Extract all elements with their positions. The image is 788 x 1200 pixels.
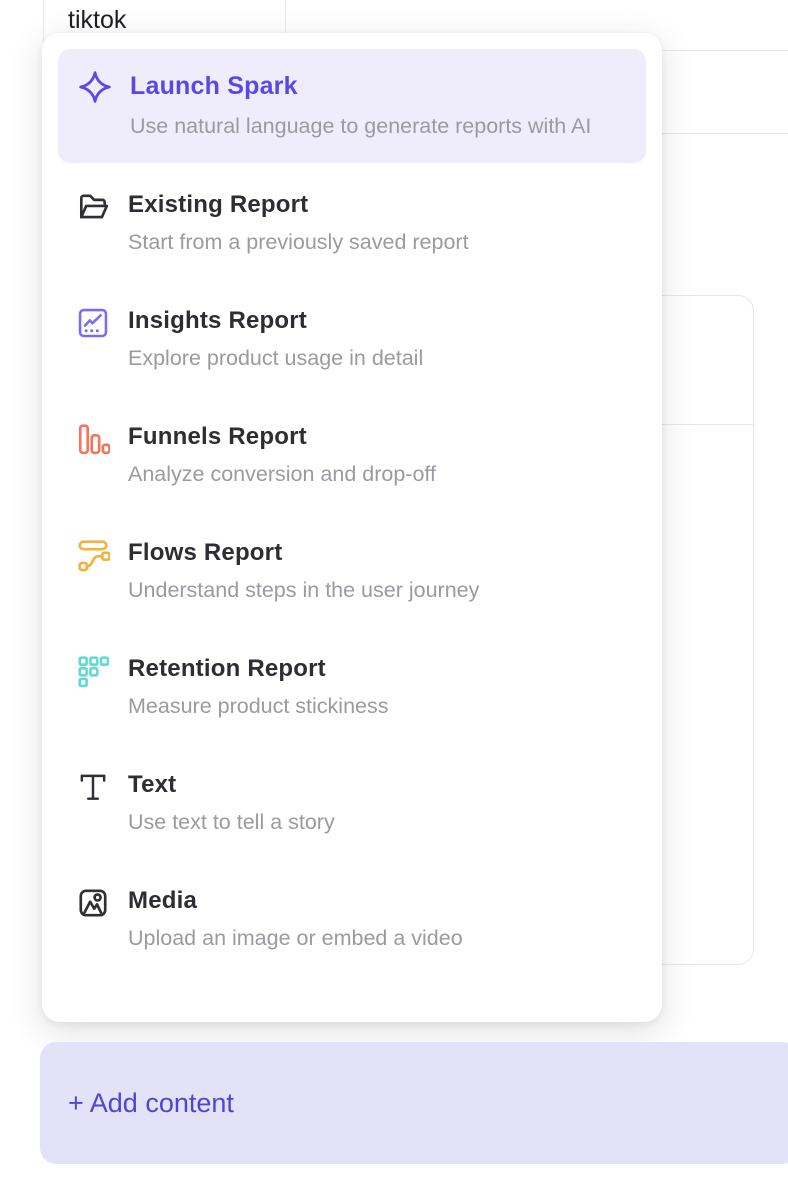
menu-item-existing-report[interactable]: Existing Report Start from a previously … bbox=[58, 163, 646, 279]
background-divider bbox=[662, 133, 788, 134]
menu-item-description: Explore product usage in detail bbox=[128, 344, 423, 373]
menu-item-title: Flows Report bbox=[128, 538, 479, 567]
spark-icon bbox=[78, 70, 112, 104]
menu-item-description: Understand steps in the user journey bbox=[128, 576, 479, 605]
background-grid-line bbox=[43, 0, 44, 42]
folder-icon bbox=[76, 190, 110, 224]
menu-item-retention-report[interactable]: Retention Report Measure product stickin… bbox=[58, 627, 646, 743]
retention-grid-icon bbox=[76, 654, 110, 688]
text-icon bbox=[76, 770, 110, 804]
background-divider bbox=[662, 50, 788, 51]
funnels-bars-icon bbox=[76, 422, 110, 456]
media-image-icon bbox=[76, 886, 110, 920]
menu-item-title: Text bbox=[128, 770, 335, 799]
menu-item-description: Upload an image or embed a video bbox=[128, 924, 463, 953]
menu-item-flows-report[interactable]: Flows Report Understand steps in the use… bbox=[58, 511, 646, 627]
menu-item-funnels-report[interactable]: Funnels Report Analyze conversion and dr… bbox=[58, 395, 646, 511]
background-card-divider bbox=[649, 424, 753, 425]
menu-item-title: Funnels Report bbox=[128, 422, 436, 451]
add-content-button[interactable]: + Add content bbox=[40, 1042, 788, 1164]
menu-item-description: Start from a previously saved report bbox=[128, 228, 469, 257]
menu-item-description: Use text to tell a story bbox=[128, 808, 335, 837]
add-content-label: + Add content bbox=[68, 1088, 234, 1119]
background-report-card bbox=[648, 295, 754, 965]
menu-item-media[interactable]: Media Upload an image or embed a video bbox=[58, 859, 646, 953]
menu-item-title: Retention Report bbox=[128, 654, 389, 683]
menu-item-text[interactable]: Text Use text to tell a story bbox=[58, 743, 646, 859]
menu-item-description: Analyze conversion and drop-off bbox=[128, 460, 436, 489]
menu-item-launch-spark[interactable]: Launch Spark Use natural language to gen… bbox=[58, 49, 646, 163]
menu-item-title: Launch Spark bbox=[130, 71, 622, 101]
menu-item-description: Use natural language to generate reports… bbox=[130, 109, 622, 143]
menu-item-insights-report[interactable]: Insights Report Explore product usage in… bbox=[58, 279, 646, 395]
menu-item-description: Measure product stickiness bbox=[128, 692, 389, 721]
insights-chart-icon bbox=[76, 306, 110, 340]
menu-item-title: Media bbox=[128, 886, 463, 915]
flows-icon bbox=[76, 538, 110, 572]
menu-item-title: Existing Report bbox=[128, 190, 469, 219]
add-content-menu: Launch Spark Use natural language to gen… bbox=[42, 33, 662, 1022]
menu-item-title: Insights Report bbox=[128, 306, 423, 335]
query-event-label[interactable]: tiktok bbox=[68, 6, 126, 35]
